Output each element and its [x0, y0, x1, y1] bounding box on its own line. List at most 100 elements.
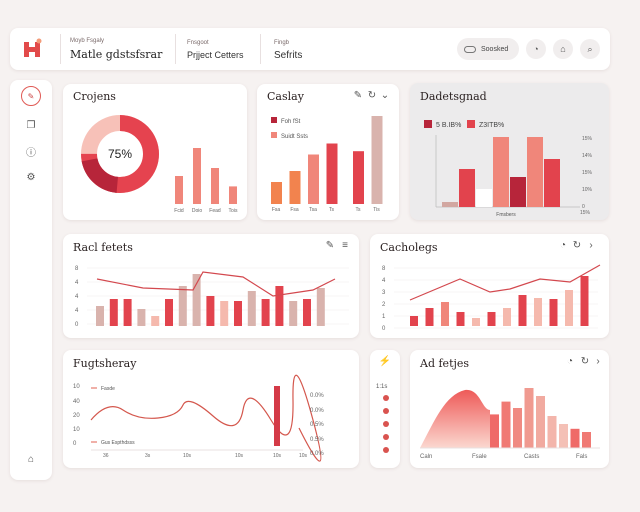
- bar: [527, 137, 543, 207]
- c7-bars: [490, 388, 591, 448]
- brand-title: Matle gdstsfsrar: [70, 48, 163, 61]
- brand-small: Moyb Fsgaly: [70, 38, 105, 44]
- svg-text:5 B.IB%: 5 B.IB%: [436, 122, 461, 129]
- bar: [493, 137, 509, 207]
- bar: [559, 424, 568, 448]
- svg-text:10s: 10s: [183, 453, 192, 459]
- svg-text:4: 4: [382, 278, 386, 284]
- nav-home-active[interactable]: ✎: [21, 86, 41, 106]
- bar: [510, 177, 526, 207]
- svg-text:Gus Espthdsss: Gus Espthdsss: [101, 440, 135, 446]
- bar: [425, 308, 434, 326]
- search-button[interactable]: Soosked: [457, 38, 519, 60]
- bar: [178, 286, 187, 326]
- svg-text:Fsale: Fsale: [472, 454, 487, 460]
- svg-text:Tsa: Tsa: [309, 207, 317, 213]
- c2-chart: Foh fSt Suidt Ssts Fsa Fsa Tsa Ts Ts Tis: [271, 116, 383, 213]
- bar: [459, 169, 475, 207]
- bell-icon[interactable]: ⌂: [553, 39, 573, 59]
- bar: [476, 189, 492, 207]
- svg-text:Fsa: Fsa: [290, 207, 299, 213]
- bar: [536, 396, 545, 448]
- bar: [565, 290, 573, 326]
- bar: [271, 182, 282, 204]
- svg-text:10%: 10%: [582, 187, 593, 193]
- svg-text:Ts: Ts: [356, 207, 362, 213]
- svg-text:Fcid: Fcid: [174, 208, 184, 214]
- bar: [303, 299, 311, 326]
- home-icon[interactable]: ⌂: [24, 452, 38, 466]
- bar: [544, 159, 560, 207]
- layers-icon[interactable]: ❐: [24, 118, 38, 132]
- bar: [261, 299, 270, 326]
- donut-chart: 75% Fcid Doio Fead Tois: [81, 115, 238, 214]
- bar: [96, 306, 104, 326]
- bar: [580, 276, 589, 326]
- breadcrumb-section[interactable]: Sefrits: [274, 50, 302, 61]
- clock-icon[interactable]: ◔: [526, 39, 546, 59]
- bar: [472, 318, 480, 326]
- bar: [192, 274, 201, 326]
- bar: [534, 298, 542, 326]
- svg-text:0.5%: 0.5%: [310, 437, 324, 443]
- svg-text:Fsa: Fsa: [272, 207, 281, 213]
- svg-text:0: 0: [382, 326, 386, 332]
- bar: [220, 301, 229, 326]
- alert-icon[interactable]: ⓘ: [24, 144, 38, 159]
- card-casly: Caslay ✎ ↻ ⌄ Foh fSt Suidt Ssts Fsa Fsa Ts…: [257, 84, 399, 220]
- svg-text:0.0%: 0.0%: [310, 451, 324, 457]
- svg-text:10s: 10s: [273, 453, 282, 459]
- bar: [549, 299, 558, 326]
- card-side-list: ⚡ 1:1s: [370, 350, 400, 468]
- bar: [275, 286, 284, 326]
- bar: [289, 301, 298, 326]
- donut-label: 75%: [108, 147, 132, 161]
- svg-text:Tis: Tis: [373, 207, 380, 213]
- sidebar: ✎ ❐ ⓘ ⚙ ⌂: [10, 80, 52, 480]
- svg-text:Z3ITB%: Z3ITB%: [479, 122, 504, 129]
- bar: [442, 202, 458, 207]
- bar: [234, 301, 242, 326]
- c5-bars: [410, 276, 589, 326]
- svg-text:3s: 3s: [145, 453, 151, 459]
- top-header: Moyb Fsgaly Matle gdstsfsrar Fnsgoot Prj…: [10, 28, 610, 70]
- svg-text:Fmsbers: Fmsbers: [496, 212, 516, 218]
- svg-text:Foh fSt: Foh fSt: [281, 119, 301, 125]
- bar: [582, 432, 591, 448]
- c3-bars: 15% 14% 15% 10% 0: [442, 136, 593, 210]
- svg-text:2: 2: [382, 302, 386, 308]
- breadcrumb-projects[interactable]: Prjject Cetters: [187, 50, 244, 60]
- svg-text:15%: 15%: [582, 170, 593, 176]
- svg-text:10: 10: [73, 384, 80, 390]
- search-icon[interactable]: ⌕: [580, 39, 600, 59]
- settings-icon[interactable]: ⚙: [24, 170, 38, 184]
- bar: [490, 414, 499, 448]
- svg-text:Suidt Ssts: Suidt Ssts: [281, 134, 308, 140]
- svg-text:1: 1: [382, 314, 386, 320]
- svg-text:0: 0: [75, 322, 79, 328]
- svg-text:Fead: Fead: [209, 208, 221, 214]
- app-logo[interactable]: [22, 38, 44, 60]
- bar: [518, 295, 527, 326]
- svg-text:Tois: Tois: [229, 208, 238, 214]
- bar: [316, 288, 325, 326]
- svg-text:10: 10: [73, 427, 80, 433]
- bar: [524, 388, 534, 448]
- c4-line: [96, 271, 336, 297]
- svg-text:15%: 15%: [582, 136, 593, 142]
- svg-text:0: 0: [73, 441, 77, 447]
- c5-chart: 8 4 3 2 1 0: [382, 264, 601, 332]
- bar: [175, 176, 183, 204]
- svg-text:Casts: Casts: [524, 454, 539, 460]
- bar: [371, 116, 383, 204]
- bar: [547, 416, 557, 448]
- bar: [570, 428, 580, 448]
- bar: [211, 168, 219, 204]
- c6-highlight-bar: [274, 386, 280, 446]
- svg-text:0.5%: 0.5%: [310, 422, 324, 428]
- c6-chart: 10 40 20 10 0 Fasde Gus Espthdsss 36 3s …: [73, 374, 324, 462]
- bar: [123, 299, 132, 326]
- svg-text:1:1s: 1:1s: [376, 384, 387, 390]
- c-side-dots: 1:1s: [376, 384, 389, 453]
- svg-text:4: 4: [75, 280, 79, 286]
